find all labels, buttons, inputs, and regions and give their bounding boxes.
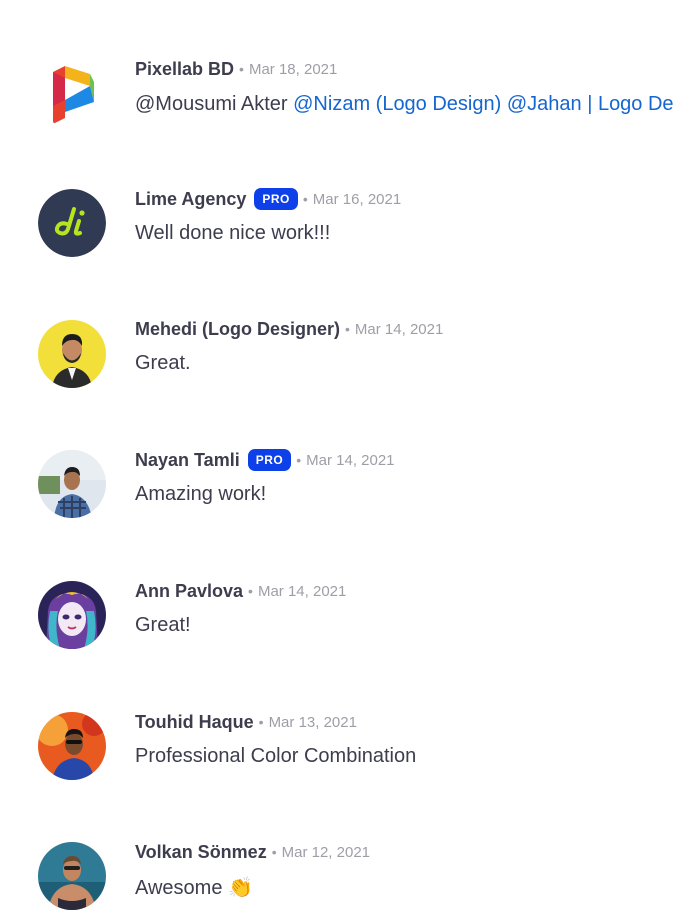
separator-dot: • (239, 61, 244, 77)
comment-text-plain: Great. (135, 352, 191, 374)
comment-date: Mar 12, 2021 (281, 843, 370, 861)
separator-dot: • (302, 191, 308, 207)
separator-dot: • (248, 583, 253, 599)
author-name[interactable]: Lime Agency (135, 189, 246, 210)
pro-badge[interactable]: PRO (247, 449, 292, 471)
comment-date: Mar 14, 2021 (306, 451, 395, 469)
separator-dot: • (258, 714, 264, 730)
avatar[interactable] (38, 581, 106, 649)
comment-text-plain: Awesome (135, 877, 229, 899)
comment-text-plain: Great! (135, 614, 191, 636)
author-name[interactable]: Nayan Tamli (135, 450, 240, 471)
comment-text: Awesome 👏 (135, 875, 253, 900)
comment-text: Great! (135, 614, 191, 637)
comment-item: Ann Pavlova • Mar 14, 2021 Great! (0, 580, 684, 680)
illustrated-character-icon (38, 581, 106, 649)
pro-badge[interactable]: PRO (254, 188, 298, 210)
avatar[interactable] (38, 450, 106, 518)
separator-dot: • (296, 452, 302, 468)
comment-date: Mar 16, 2021 (312, 190, 402, 208)
avatar[interactable] (38, 712, 106, 780)
comment-item: Volkan Sönmez • Mar 12, 2021 Awesome 👏 (0, 841, 684, 912)
comment-text: Great. (135, 352, 191, 375)
person-photo-icon (38, 320, 106, 388)
comment-meta: Lime Agency PRO • Mar 16, 2021 (135, 188, 401, 210)
comment-text-plain: Well done nice work!!! (135, 222, 331, 244)
avatar[interactable] (38, 189, 106, 257)
comment-text: Well done nice work!!! (135, 222, 330, 245)
author-name[interactable]: Ann Pavlova (135, 581, 243, 602)
comment-meta: Pixellab BD • Mar 18, 2021 (135, 58, 337, 80)
comment-meta: Ann Pavlova • Mar 14, 2021 (135, 580, 346, 602)
separator-dot: • (345, 321, 350, 337)
comment-item: Lime Agency PRO • Mar 16, 2021 Well done… (0, 188, 684, 288)
comment-date: Mar 14, 2021 (257, 582, 347, 600)
comment-item: Mehedi (Logo Designer) • Mar 14, 2021 Gr… (0, 318, 684, 418)
comment-meta: Touhid Haque • Mar 13, 2021 (135, 711, 357, 733)
comment-item: Pixellab BD • Mar 18, 2021 @Mousumi Akte… (0, 58, 684, 158)
mention-link[interactable]: @Nizam (Logo Design) @Jahan | Logo De (293, 93, 673, 115)
comment-item: Nayan Tamli PRO • Mar 14, 2021 Amazing w… (0, 449, 684, 549)
author-name[interactable]: Touhid Haque (135, 712, 254, 733)
avatar[interactable] (38, 60, 106, 128)
comment-meta: Nayan Tamli PRO • Mar 14, 2021 (135, 449, 395, 471)
person-photo-icon (38, 450, 106, 518)
comment-date: Mar 18, 2021 (248, 60, 338, 78)
comments-list: Pixellab BD • Mar 18, 2021 @Mousumi Akte… (0, 0, 684, 912)
comment-date: Mar 13, 2021 (268, 713, 357, 731)
author-name[interactable]: Pixellab BD (135, 59, 234, 80)
clapping-hands-icon: 👏 (228, 877, 253, 899)
avatar[interactable] (38, 842, 106, 910)
comment-text: @Mousumi Akter @Nizam (Logo Design) @Jah… (135, 93, 674, 116)
comment-meta: Mehedi (Logo Designer) • Mar 14, 2021 (135, 318, 443, 340)
comment-text-plain: Amazing work! (135, 483, 267, 505)
comment-text: Professional Color Combination (135, 745, 416, 768)
comment-text-plain: @Mousumi Akter (135, 93, 294, 115)
author-name[interactable]: Volkan Sönmez (135, 842, 267, 863)
author-name[interactable]: Mehedi (Logo Designer) (135, 319, 340, 340)
person-photo-icon (38, 712, 106, 780)
comment-item: Touhid Haque • Mar 13, 2021 Professional… (0, 711, 684, 811)
avatar[interactable] (38, 320, 106, 388)
person-photo-icon (38, 842, 106, 910)
comment-date: Mar 14, 2021 (354, 320, 444, 338)
separator-dot: • (271, 844, 277, 860)
lime-agency-logo-icon (38, 189, 106, 257)
comment-text-plain: Professional Color Combination (135, 745, 417, 767)
comment-meta: Volkan Sönmez • Mar 12, 2021 (135, 841, 370, 863)
pixellab-logo-icon (38, 60, 106, 128)
comment-text: Amazing work! (135, 483, 266, 506)
